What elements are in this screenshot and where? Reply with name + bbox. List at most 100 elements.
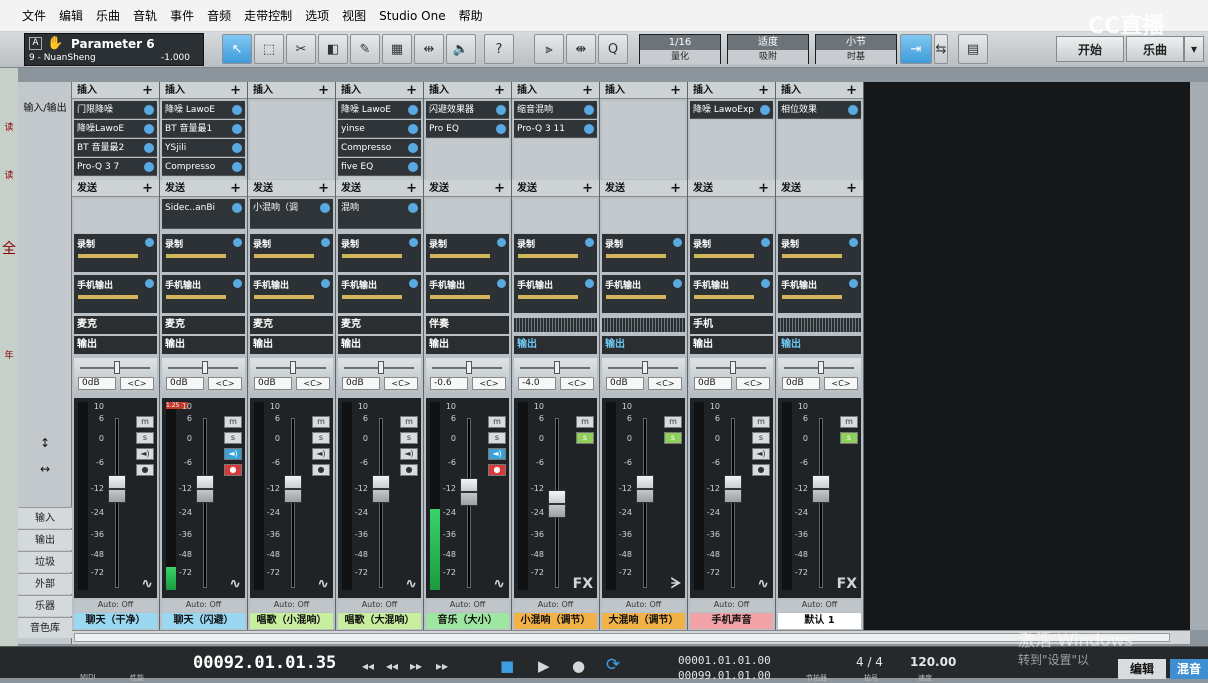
power-icon[interactable] [145,238,154,247]
pan-value[interactable]: <C> [208,377,242,390]
insert-slot[interactable]: BT 音量最2 [74,139,157,157]
pan-knob[interactable] [642,361,648,374]
send-slot[interactable]: 混响 [338,199,421,229]
power-icon[interactable] [233,279,242,288]
pan-knob[interactable] [290,361,296,374]
automation-mode[interactable]: Auto: Off [250,600,333,612]
solo-button[interactable]: s [136,432,154,444]
channel-name[interactable]: 聊天（干净） [74,613,157,629]
pan-value[interactable]: <C> [560,377,594,390]
fader-track[interactable] [379,418,383,588]
add-send-icon[interactable]: + [230,180,241,197]
output-select[interactable]: 输出 [690,336,773,354]
solo-button[interactable]: s [400,432,418,444]
send-header[interactable]: 发送 + [72,180,159,197]
mute-button[interactable]: m [224,416,242,428]
menu-item[interactable]: 帮助 [459,7,483,24]
parameter-display[interactable]: A ✋ Parameter 6 9 - NuanSheng -1.000 [24,33,204,66]
solo-button[interactable]: s [224,432,242,444]
record-output[interactable]: 录制 [250,234,333,272]
channel-name[interactable]: 唱歌（大混响） [338,613,421,629]
edit-button[interactable]: 编辑 [1118,659,1166,679]
power-icon[interactable] [760,105,770,115]
add-insert-icon[interactable]: + [142,82,153,99]
insert-header[interactable]: 插入 + [688,82,775,99]
record-arm-button[interactable]: ● [312,464,330,476]
nav-output[interactable]: 输出 [18,529,72,550]
mute-button[interactable]: m [400,416,418,428]
phone-level[interactable] [782,295,842,299]
split-tool-icon[interactable]: ✂ [286,34,316,64]
time-signature[interactable]: 4 / 4 [856,655,883,669]
insert-slot[interactable]: Compresso [338,139,421,157]
monitor-button[interactable]: ◄) [400,448,418,460]
insert-header[interactable]: 插入 + [424,82,511,99]
automation-mode[interactable]: Auto: Off [514,600,597,612]
power-icon[interactable] [232,143,242,153]
pan-knob[interactable] [730,361,736,374]
record-icon[interactable]: ● [572,657,585,675]
menu-item[interactable]: 选项 [305,7,329,24]
monitor-button[interactable]: ◄) [136,448,154,460]
insert-slot[interactable]: BT 音量最1 [162,120,245,138]
output-select[interactable]: 输出 [250,336,333,354]
insert-empty[interactable] [514,139,597,180]
input-select[interactable]: 手机 [690,316,773,334]
add-send-icon[interactable]: + [670,180,681,197]
send-header[interactable]: 发送 + [424,180,511,197]
solo-button[interactable]: s [488,432,506,444]
output-select[interactable]: 输出 [338,336,421,354]
arrow-tool-icon[interactable]: ↖ [222,34,252,64]
record-output[interactable]: 录制 [778,234,861,272]
quantize-box[interactable]: 1/16 量化 [639,34,721,64]
insert-slot[interactable]: YSjili [162,139,245,157]
record-output[interactable]: 录制 [514,234,597,272]
power-icon[interactable] [408,162,418,172]
power-icon[interactable] [409,279,418,288]
send-header[interactable]: 发送 + [160,180,247,197]
play-icon[interactable]: ▶ [538,657,550,675]
output-select[interactable]: 输出 [602,336,685,354]
output-select[interactable]: 输出 [74,336,157,354]
record-level[interactable] [782,254,842,258]
fader-track[interactable] [643,418,647,588]
fader-track[interactable] [115,418,119,588]
fader-knob[interactable] [460,478,478,506]
power-icon[interactable] [321,279,330,288]
channel-name[interactable]: 大混响（调节） [602,613,685,629]
volume-value[interactable]: 0dB [254,377,292,390]
menu-item[interactable]: 编辑 [59,7,83,24]
power-icon[interactable] [849,279,858,288]
solo-button[interactable]: s [752,432,770,444]
power-icon[interactable] [408,203,418,213]
add-send-icon[interactable]: + [846,180,857,197]
insert-slot[interactable]: yinse [338,120,421,138]
add-insert-icon[interactable]: + [230,82,241,99]
output-select[interactable]: 输出 [426,336,509,354]
fader-knob[interactable] [372,475,390,503]
phone-level[interactable] [606,295,666,299]
volume-value[interactable]: 0dB [166,377,204,390]
pan-knob[interactable] [466,361,472,374]
insert-slot[interactable]: Pro-Q 3 11 [514,120,597,138]
add-send-icon[interactable]: + [758,180,769,197]
record-arm-button[interactable]: ● [400,464,418,476]
insert-header[interactable]: 插入 + [72,82,159,99]
power-icon[interactable] [409,238,418,247]
bend-tool-icon[interactable]: ⇹ [414,34,444,64]
record-level[interactable] [166,254,226,258]
mute-button[interactable]: m [488,416,506,428]
insert-slot[interactable]: Pro EQ [426,120,509,138]
phone-output[interactable]: 手机输出 [250,275,333,313]
phone-output[interactable]: 手机输出 [602,275,685,313]
menu-item[interactable]: 走带控制 [244,7,292,24]
pan-value[interactable]: <C> [648,377,682,390]
pan-knob[interactable] [554,361,560,374]
eraser-tool-icon[interactable]: ◧ [318,34,348,64]
stop-icon[interactable]: ■ [500,657,514,675]
volume-value[interactable]: 0dB [606,377,644,390]
send-header[interactable]: 发送 + [512,180,599,197]
add-send-icon[interactable]: + [142,180,153,197]
record-arm-button[interactable]: ● [136,464,154,476]
fader-knob[interactable] [196,475,214,503]
